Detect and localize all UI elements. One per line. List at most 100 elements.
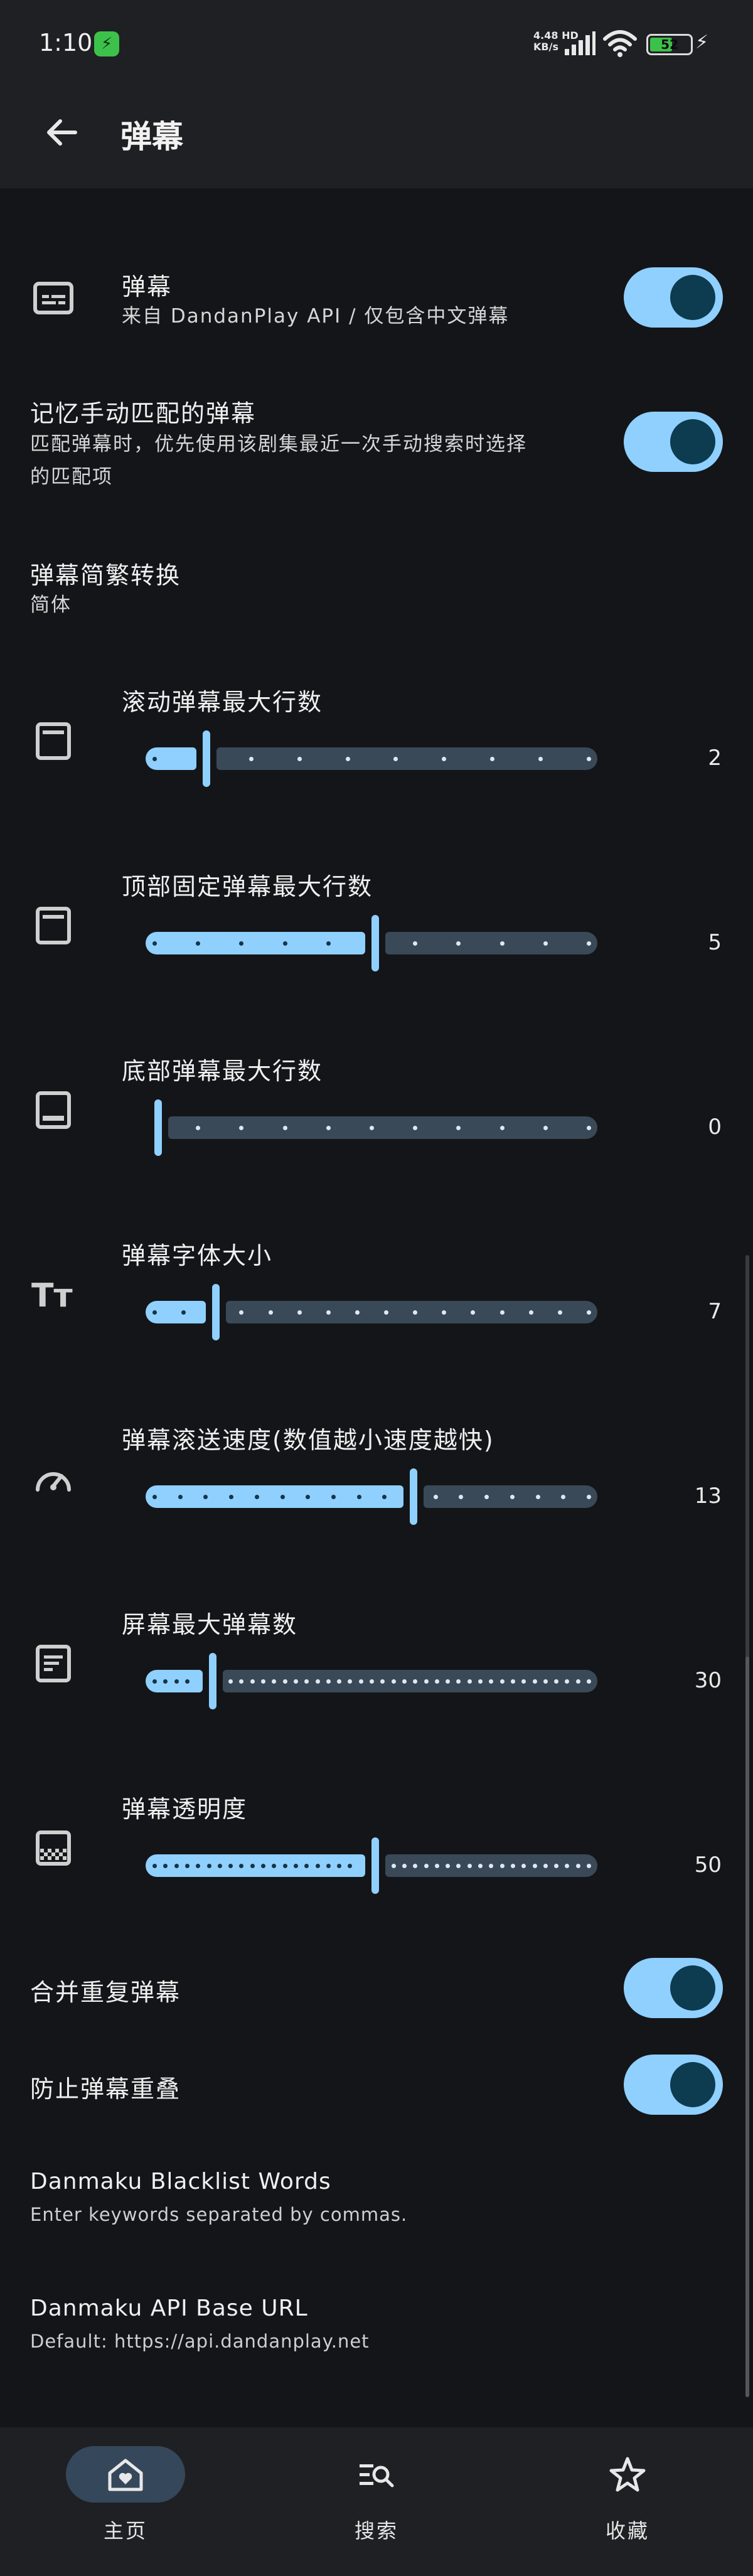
- slider-tick: [587, 1310, 591, 1315]
- danmaku-switch[interactable]: [624, 267, 723, 328]
- slider-tick: [510, 1495, 515, 1499]
- slider-tick: [297, 757, 302, 761]
- top-max-lines-title: 顶部固定弹幕最大行数: [122, 873, 373, 901]
- font-size-title: 弹幕字体大小: [122, 1242, 273, 1269]
- slider-tick: [356, 1495, 361, 1499]
- speedometer-icon: [36, 1472, 71, 1492]
- slider-tick: [402, 1679, 407, 1684]
- charging-bolt-icon: ⚡: [695, 31, 709, 53]
- bottom-max-lines-value: 0: [708, 1114, 722, 1140]
- slider-tick: [254, 1495, 259, 1499]
- slider-inactive-track: [168, 1116, 597, 1139]
- slider-tick: [424, 1864, 429, 1868]
- slider-tick: [152, 1310, 157, 1315]
- slider-tick: [510, 1864, 515, 1868]
- opacity-slider[interactable]: [146, 1837, 597, 1894]
- slider-tick: [587, 941, 591, 946]
- star-outline-icon: [609, 2457, 646, 2492]
- slider-thumb[interactable]: [212, 1284, 220, 1340]
- slider-inactive-track: [226, 1301, 597, 1323]
- slider-tick: [250, 1679, 255, 1684]
- slider-tick: [499, 1126, 505, 1130]
- page-title: 弹幕: [120, 119, 183, 155]
- slider-thumb[interactable]: [371, 915, 379, 971]
- slider-tick: [575, 1679, 580, 1684]
- slider-thumb[interactable]: [410, 1468, 417, 1525]
- slider-tick: [532, 1679, 537, 1684]
- home-heart-icon: [108, 2459, 143, 2491]
- nav-favorites-label: 收藏: [605, 2519, 649, 2543]
- status-bar: 1:10 ⚡ 4.48 HD KB/s 52 ⚡: [0, 0, 753, 88]
- back-arrow-icon[interactable]: [40, 110, 84, 154]
- scroll-max-lines-title: 滚动弹幕最大行数: [122, 688, 323, 716]
- conversion-value: 简体: [30, 594, 72, 616]
- slider-tick: [402, 1864, 407, 1868]
- slider-tick: [384, 1310, 389, 1315]
- scroll-lines-icon: [36, 722, 71, 760]
- slider-tick: [370, 1126, 374, 1130]
- subtitles-icon: [33, 282, 73, 314]
- font-size-value: 7: [708, 1299, 722, 1324]
- slider-tick: [587, 1679, 591, 1684]
- slider-tick: [293, 1864, 298, 1868]
- screen-max-slider[interactable]: [146, 1653, 597, 1709]
- slider-tick: [152, 941, 157, 946]
- wifi-icon: [603, 30, 637, 57]
- slider-tick: [268, 1310, 273, 1315]
- slider-tick: [326, 1679, 331, 1684]
- blacklist-title[interactable]: Danmaku Blacklist Words: [30, 2169, 331, 2194]
- merge-duplicates-switch[interactable]: [624, 1958, 723, 2018]
- top-max-lines-slider[interactable]: [146, 915, 597, 971]
- slider-tick: [282, 1126, 287, 1130]
- slider-tick: [355, 1310, 360, 1315]
- slider-tick: [282, 1679, 287, 1684]
- slider-thumb[interactable]: [154, 1099, 162, 1156]
- scroll-speed-slider[interactable]: [146, 1468, 597, 1525]
- top-max-lines-value: 5: [708, 930, 722, 955]
- slider-tick: [152, 1864, 157, 1868]
- opacity-icon: [36, 1830, 71, 1866]
- slider-tick: [315, 1864, 320, 1868]
- signal-icon: [565, 31, 595, 55]
- slider-thumb[interactable]: [371, 1837, 379, 1894]
- scroll-max-lines-value: 2: [708, 746, 722, 771]
- api-base-title[interactable]: Danmaku API Base URL: [30, 2295, 308, 2321]
- conversion-title[interactable]: 弹幕简繁转换: [30, 556, 181, 591]
- prevent-overlap-switch[interactable]: [624, 2055, 723, 2115]
- slider-tick: [535, 1495, 540, 1499]
- slider-tick: [433, 1495, 438, 1499]
- slider-tick: [178, 1495, 183, 1499]
- remember-match-subtitle-1: 匹配弹幕时，优先使用该剧集最近一次手动搜索时选择: [30, 433, 527, 456]
- remember-match-title: 记忆手动匹配的弹幕: [30, 400, 257, 427]
- danmaku-subtitle: 来自 DandanPlay API / 仅包含中文弹幕: [122, 305, 510, 328]
- slider-thumb[interactable]: [209, 1653, 216, 1709]
- nav-search[interactable]: 搜索: [282, 2427, 471, 2576]
- opacity-title: 弹幕透明度: [122, 1795, 248, 1823]
- slider-tick: [499, 1679, 505, 1684]
- slider-tick: [528, 1310, 533, 1315]
- scrollbar-thumb[interactable]: [745, 1657, 749, 2397]
- slider-tick: [467, 1864, 472, 1868]
- scroll-max-lines-slider[interactable]: [146, 730, 597, 787]
- screen-max-value: 30: [694, 1668, 722, 1693]
- opacity-value: 50: [694, 1852, 722, 1878]
- slider-tick: [152, 1679, 157, 1684]
- slider-tick: [532, 1864, 537, 1868]
- remember-match-switch[interactable]: [624, 412, 723, 472]
- slider-tick: [543, 1679, 548, 1684]
- slider-tick: [184, 1864, 190, 1868]
- slider-tick: [174, 1679, 179, 1684]
- slider-tick: [152, 1495, 157, 1499]
- nav-favorites[interactable]: 收藏: [533, 2427, 722, 2576]
- screen-max-title: 屏幕最大弹幕数: [122, 1611, 298, 1638]
- slider-tick: [370, 1679, 374, 1684]
- slider-tick: [391, 1679, 396, 1684]
- slider-thumb[interactable]: [203, 730, 210, 787]
- slider-tick: [499, 941, 505, 946]
- nav-home[interactable]: 主页: [31, 2427, 220, 2576]
- bottom-max-lines-slider[interactable]: [146, 1099, 597, 1156]
- slider-tick: [326, 941, 331, 946]
- font-size-slider[interactable]: [146, 1284, 597, 1340]
- nav-search-label: 搜索: [354, 2519, 398, 2543]
- slider-tick: [510, 1679, 515, 1684]
